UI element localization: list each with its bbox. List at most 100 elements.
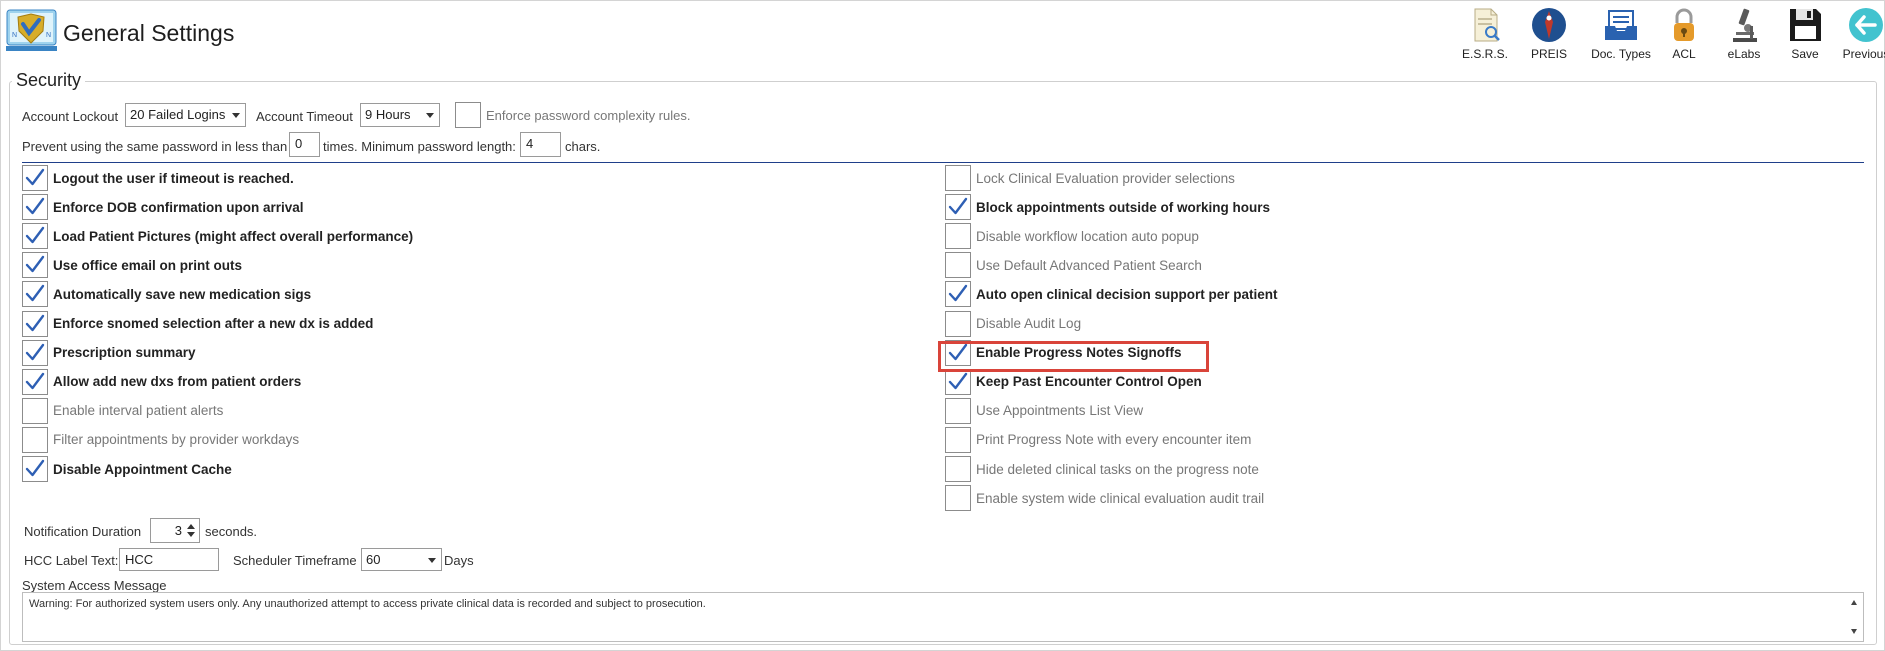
checkbox-box[interactable] (22, 426, 48, 453)
option-label: Disable workflow location auto popup (976, 228, 1199, 244)
checkmark-icon (25, 343, 45, 360)
option-checkbox[interactable]: Disable Audit Log (945, 310, 1081, 337)
option-checkbox[interactable]: Keep Past Encounter Control Open (945, 368, 1202, 395)
doc-types-button[interactable]: Doc. Types (1591, 6, 1651, 61)
checkbox-box[interactable] (945, 165, 971, 191)
option-checkbox[interactable]: Enable Progress Notes Signoffs (945, 339, 1182, 366)
password-reuse-input[interactable]: 0 (289, 132, 320, 157)
padlock-icon (1674, 8, 1694, 41)
checkbox-box[interactable] (945, 252, 971, 279)
checkbox-box[interactable] (22, 165, 48, 191)
option-label: Enforce snomed selection after a new dx … (53, 316, 374, 331)
option-checkbox[interactable]: Use office email on print outs (22, 252, 242, 279)
checkmark-icon (25, 459, 45, 477)
account-timeout-select[interactable]: 9 Hours (360, 103, 440, 127)
checkbox-box[interactable] (945, 368, 971, 395)
option-label: Enable interval patient alerts (53, 403, 224, 419)
notification-duration-label: Notification Duration (24, 524, 142, 539)
option-label: Filter appointments by provider workdays (53, 432, 300, 448)
svg-text:N: N (46, 32, 51, 39)
microscope-icon (1733, 8, 1757, 42)
checkbox-box[interactable] (22, 339, 48, 366)
checkbox-box[interactable] (945, 426, 971, 453)
checkbox-box[interactable] (22, 310, 48, 337)
spin-up-icon[interactable] (187, 524, 195, 529)
preis-button[interactable]: PREIS (1519, 6, 1579, 61)
prevent-reuse-label: Prevent using the same password in less … (22, 139, 288, 154)
checkbox-box[interactable] (22, 456, 48, 482)
option-checkbox[interactable]: Print Progress Note with every encounter… (945, 426, 1251, 453)
spin-down-icon[interactable] (187, 532, 195, 537)
esrs-button[interactable]: E.S.R.S. (1455, 6, 1515, 61)
checkbox-box[interactable] (22, 194, 48, 221)
checkbox-box[interactable] (22, 368, 48, 395)
option-checkbox[interactable]: Auto open clinical decision support per … (945, 281, 1278, 308)
option-label: Enable system wide clinical evaluation a… (976, 490, 1265, 506)
checkbox-box[interactable] (945, 281, 971, 308)
min-password-length-input[interactable]: 4 (520, 132, 561, 157)
option-label: Logout the user if timeout is reached. (53, 170, 294, 186)
notification-duration-stepper[interactable]: 3 (150, 518, 200, 543)
option-checkbox[interactable]: Enable system wide clinical evaluation a… (945, 485, 1265, 512)
app-logo: N N (6, 9, 57, 51)
scroll-down-icon[interactable] (1851, 629, 1857, 634)
option-checkbox[interactable]: Enforce snomed selection after a new dx … (22, 310, 374, 337)
option-checkbox[interactable]: Enforce DOB confirmation upon arrival (22, 194, 304, 221)
option-checkbox[interactable]: Enable interval patient alerts (22, 397, 224, 424)
checkbox-box[interactable] (945, 194, 971, 221)
textarea-scrollbar[interactable] (1846, 593, 1863, 641)
option-checkbox[interactable]: Use Default Advanced Patient Search (945, 252, 1202, 279)
option-checkbox[interactable]: Allow add new dxs from patient orders (22, 368, 301, 395)
checkbox-box[interactable] (22, 223, 48, 250)
checkbox-box[interactable] (455, 102, 481, 128)
option-label: Load Patient Pictures (might affect over… (53, 228, 414, 244)
checkbox-box[interactable] (945, 223, 971, 250)
scroll-up-icon[interactable] (1851, 600, 1857, 605)
option-checkbox[interactable]: Use Appointments List View (945, 397, 1143, 424)
chevron-down-icon (426, 113, 434, 118)
option-checkbox[interactable]: Automatically save new medication sigs (22, 281, 311, 308)
system-access-message-label: System Access Message (22, 578, 167, 593)
system-access-message-textarea[interactable]: Warning: For authorized system users onl… (22, 592, 1864, 642)
previous-button[interactable]: Previous (1836, 6, 1885, 61)
checkmark-icon (948, 197, 968, 215)
enforce-complexity-checkbox[interactable]: Enforce password complexity rules. (455, 102, 690, 128)
option-checkbox[interactable]: Logout the user if timeout is reached. (22, 165, 294, 191)
option-label: Prescription summary (53, 345, 196, 361)
option-checkbox[interactable]: Prescription summary (22, 339, 196, 366)
chevron-down-icon (428, 558, 436, 563)
checkbox-box[interactable] (945, 339, 971, 366)
checkbox-box[interactable] (22, 281, 48, 308)
save-button[interactable]: Save (1775, 6, 1835, 61)
checkbox-box[interactable] (22, 397, 48, 424)
security-legend: Security (12, 70, 86, 91)
option-checkbox[interactable]: Disable Appointment Cache (22, 456, 232, 482)
option-label: Disable Appointment Cache (53, 461, 232, 477)
elabs-button[interactable]: eLabs (1714, 6, 1774, 61)
checkbox-box[interactable] (945, 485, 971, 512)
preis-label: PREIS (1530, 47, 1567, 61)
checkbox-box[interactable] (945, 310, 971, 337)
option-checkbox[interactable]: Disable workflow location auto popup (945, 223, 1199, 250)
inbox-tray-icon (1605, 10, 1637, 40)
option-checkbox[interactable]: Lock Clinical Evaluation provider select… (945, 165, 1235, 191)
account-lockout-select[interactable]: 20 Failed Logins (125, 103, 246, 127)
checkbox-box[interactable] (945, 397, 971, 424)
option-checkbox[interactable]: Load Patient Pictures (might affect over… (22, 223, 414, 250)
scheduler-timeframe-select[interactable]: 60 (361, 548, 442, 571)
scheduler-timeframe-label: Scheduler Timeframe (233, 553, 357, 568)
acl-button[interactable]: ACL (1654, 6, 1714, 61)
option-checkbox[interactable]: Filter appointments by provider workdays (22, 426, 300, 453)
option-label: Lock Clinical Evaluation provider select… (976, 170, 1235, 186)
option-label: Hide deleted clinical tasks on the progr… (976, 461, 1259, 477)
checkmark-icon (25, 256, 45, 273)
checkbox-box[interactable] (945, 456, 971, 482)
option-checkbox[interactable]: Hide deleted clinical tasks on the progr… (945, 456, 1259, 482)
checkbox-box[interactable] (22, 252, 48, 279)
scheduler-timeframe-value: 60 (366, 552, 381, 567)
hcc-label-input[interactable]: HCC (119, 548, 219, 571)
option-label: Use Default Advanced Patient Search (976, 257, 1202, 273)
option-checkbox[interactable]: Block appointments outside of working ho… (945, 194, 1270, 221)
option-label: Enforce DOB confirmation upon arrival (53, 199, 304, 215)
notification-duration-value: 3 (174, 523, 182, 538)
